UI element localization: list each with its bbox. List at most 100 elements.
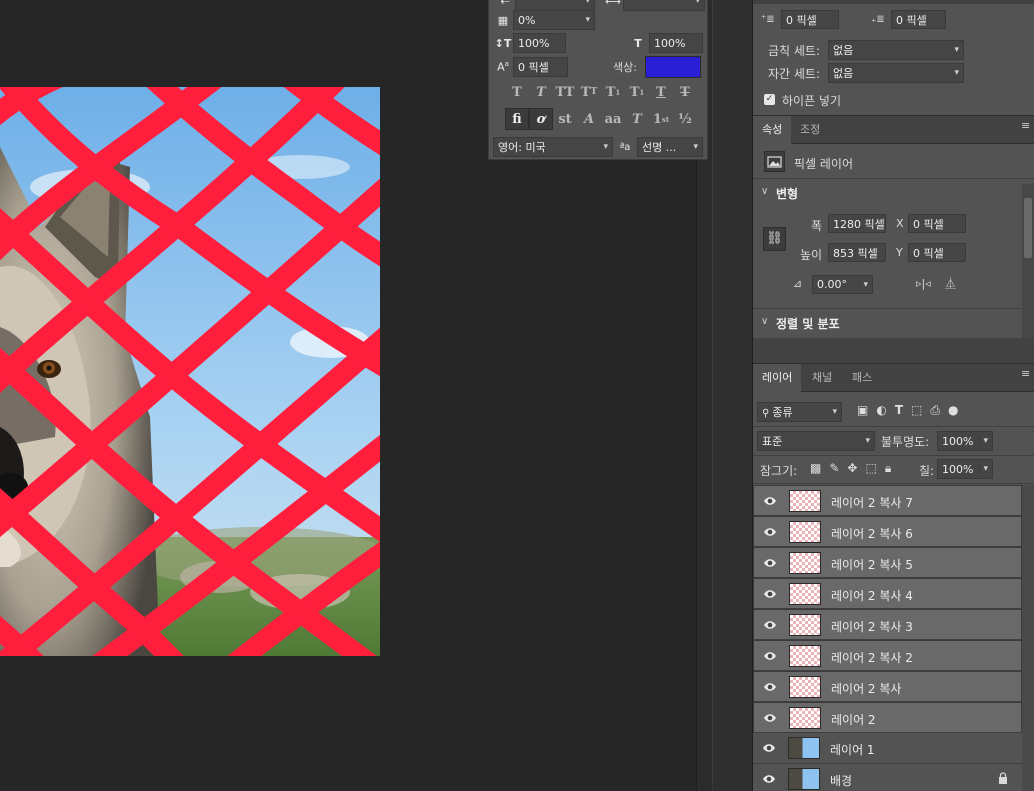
- layer-row[interactable]: 레이어 2 복사 3: [753, 609, 1022, 640]
- titling-alternates-icon[interactable]: T: [625, 108, 649, 130]
- layer-row[interactable]: 레이어 2: [753, 702, 1022, 733]
- faux-bold-icon[interactable]: T: [505, 81, 529, 103]
- tab-properties[interactable]: 속성: [753, 116, 792, 144]
- small-caps-icon[interactable]: TT: [577, 81, 601, 103]
- strikethrough-icon[interactable]: T: [673, 81, 697, 103]
- underline-icon[interactable]: T: [649, 81, 673, 103]
- tab-layers[interactable]: 레이어: [753, 364, 802, 392]
- lock-position-icon[interactable]: ✥: [847, 461, 857, 476]
- tsume-select[interactable]: 0% ▾: [513, 10, 595, 30]
- faux-italic-icon[interactable]: T: [529, 81, 553, 103]
- baseline-shift-icon: Aa: [497, 60, 509, 74]
- layer-row[interactable]: 레이어 2 복사 5: [753, 547, 1022, 578]
- layers-menu-icon[interactable]: ≡: [1021, 368, 1032, 379]
- filter-pixel-icon[interactable]: ▣: [857, 403, 868, 418]
- link-dimensions-icon[interactable]: ⛓: [763, 227, 786, 251]
- document-canvas-image[interactable]: [0, 87, 380, 656]
- layer-row[interactable]: 레이어 2 복사 4: [753, 578, 1022, 609]
- fractions-icon[interactable]: ½: [673, 108, 697, 130]
- height-field[interactable]: 853 픽셀: [828, 243, 886, 262]
- search-icon: ⚲: [762, 408, 770, 419]
- ordinals-icon[interactable]: 1st: [649, 108, 673, 130]
- layer-name[interactable]: 배경: [830, 772, 852, 789]
- x-label: X: [896, 217, 904, 230]
- layer-thumbnail: [788, 768, 820, 790]
- flip-horizontal-icon[interactable]: ▹|◃: [916, 277, 931, 290]
- hyphenate-checkbox[interactable]: ✓: [764, 94, 775, 105]
- lock-artboard-icon[interactable]: ⬚: [865, 461, 876, 476]
- tab-adjustments[interactable]: 조정: [791, 116, 829, 144]
- tracking-select-top[interactable]: ▾: [623, 0, 705, 11]
- flip-vertical-icon[interactable]: ⏅: [945, 275, 956, 291]
- baseline-shift-field[interactable]: 0 픽셀: [513, 57, 568, 77]
- filter-shape-icon[interactable]: ⬚: [911, 403, 922, 418]
- visibility-eye-icon[interactable]: [763, 495, 777, 507]
- subscript-icon[interactable]: T1: [625, 81, 649, 103]
- layer-name[interactable]: 레이어 2 복사 6: [831, 525, 913, 542]
- lock-image-icon[interactable]: ✎: [829, 461, 839, 476]
- visibility-eye-icon[interactable]: [763, 557, 777, 569]
- visibility-eye-icon[interactable]: [763, 681, 777, 693]
- tab-channels[interactable]: 채널: [803, 364, 841, 392]
- mojikumi-select[interactable]: 없음 ▾: [828, 63, 964, 83]
- contextual-alternates-icon[interactable]: ơ: [529, 108, 553, 130]
- filter-type-icon[interactable]: T: [895, 403, 903, 418]
- layer-filter-select[interactable]: ⚲ 종류 ▾: [757, 402, 842, 422]
- pixel-layer-icon: [764, 151, 785, 172]
- x-field[interactable]: 0 픽셀: [908, 214, 966, 233]
- layer-name[interactable]: 레이어 2 복사: [831, 680, 901, 697]
- tab-paths[interactable]: 패스: [843, 364, 881, 392]
- layer-row[interactable]: 레이어 2 복사 2: [753, 640, 1022, 671]
- angle-select[interactable]: 0.00° ▾: [812, 275, 873, 294]
- visibility-eye-icon[interactable]: [763, 619, 777, 631]
- visibility-eye-icon[interactable]: [762, 742, 776, 754]
- all-caps-icon[interactable]: TT: [553, 81, 577, 103]
- layers-scrollbar[interactable]: [1022, 485, 1034, 791]
- layer-row[interactable]: 배경: [753, 764, 1022, 791]
- indent-before-field[interactable]: 0 픽셀: [781, 10, 839, 29]
- kinsoku-select[interactable]: 없음 ▾: [828, 40, 964, 60]
- blend-mode-select[interactable]: 표준 ▾: [757, 431, 875, 451]
- text-color-swatch[interactable]: [644, 56, 701, 78]
- lock-icon: [999, 772, 1007, 784]
- filter-adjustment-icon[interactable]: ◐: [876, 403, 886, 418]
- language-select[interactable]: 영어: 미국 ▾: [493, 137, 613, 157]
- superscript-icon[interactable]: T1: [601, 81, 625, 103]
- filter-smart-object-icon[interactable]: ⎙: [930, 403, 940, 418]
- discretionary-ligatures-icon[interactable]: st: [553, 108, 577, 130]
- standard-ligatures-icon[interactable]: fi: [505, 108, 529, 130]
- transform-collapse-icon[interactable]: ∨: [761, 186, 768, 197]
- layer-name[interactable]: 레이어 2 복사 5: [831, 556, 913, 573]
- antialias-select[interactable]: 선명 ... ▾: [637, 137, 703, 157]
- stylistic-alternates-icon[interactable]: aa: [601, 108, 625, 130]
- horizontal-scale-field[interactable]: 100%: [649, 33, 703, 53]
- layer-name[interactable]: 레이어 2 복사 7: [831, 494, 913, 511]
- layer-name[interactable]: 레이어 2 복사 4: [831, 587, 913, 604]
- layer-row[interactable]: 레이어 1: [753, 733, 1022, 764]
- fill-select[interactable]: 100% ▾: [937, 459, 993, 479]
- lock-transparent-icon[interactable]: ▩: [810, 461, 821, 476]
- visibility-eye-icon[interactable]: [763, 526, 777, 538]
- layer-name[interactable]: 레이어 1: [830, 741, 875, 758]
- opacity-select[interactable]: 100% ▾: [937, 431, 993, 451]
- panel-menu-icon[interactable]: ≡: [1021, 120, 1032, 131]
- layer-name[interactable]: 레이어 2 복사 3: [831, 618, 913, 635]
- visibility-eye-icon[interactable]: [762, 773, 776, 785]
- vertical-scale-field[interactable]: 100%: [513, 33, 566, 53]
- indent-after-field[interactable]: 0 픽셀: [891, 10, 946, 29]
- properties-scrollbar[interactable]: [1022, 184, 1034, 338]
- visibility-eye-icon[interactable]: [763, 712, 777, 724]
- swash-icon[interactable]: A: [577, 108, 601, 130]
- filter-toggle-icon[interactable]: ●: [948, 403, 958, 418]
- layer-row[interactable]: 레이어 2 복사: [753, 671, 1022, 702]
- layer-name[interactable]: 레이어 2 복사 2: [831, 649, 913, 666]
- layer-row[interactable]: 레이어 2 복사 7: [753, 485, 1022, 516]
- visibility-eye-icon[interactable]: [763, 650, 777, 662]
- visibility-eye-icon[interactable]: [763, 588, 777, 600]
- align-collapse-icon[interactable]: ∨: [761, 316, 768, 327]
- layer-name[interactable]: 레이어 2: [831, 711, 876, 728]
- y-field[interactable]: 0 픽셀: [908, 243, 966, 262]
- width-field[interactable]: 1280 픽셀: [828, 214, 886, 233]
- layer-row[interactable]: 레이어 2 복사 6: [753, 516, 1022, 547]
- lock-all-icon[interactable]: 🔒︎: [885, 461, 891, 476]
